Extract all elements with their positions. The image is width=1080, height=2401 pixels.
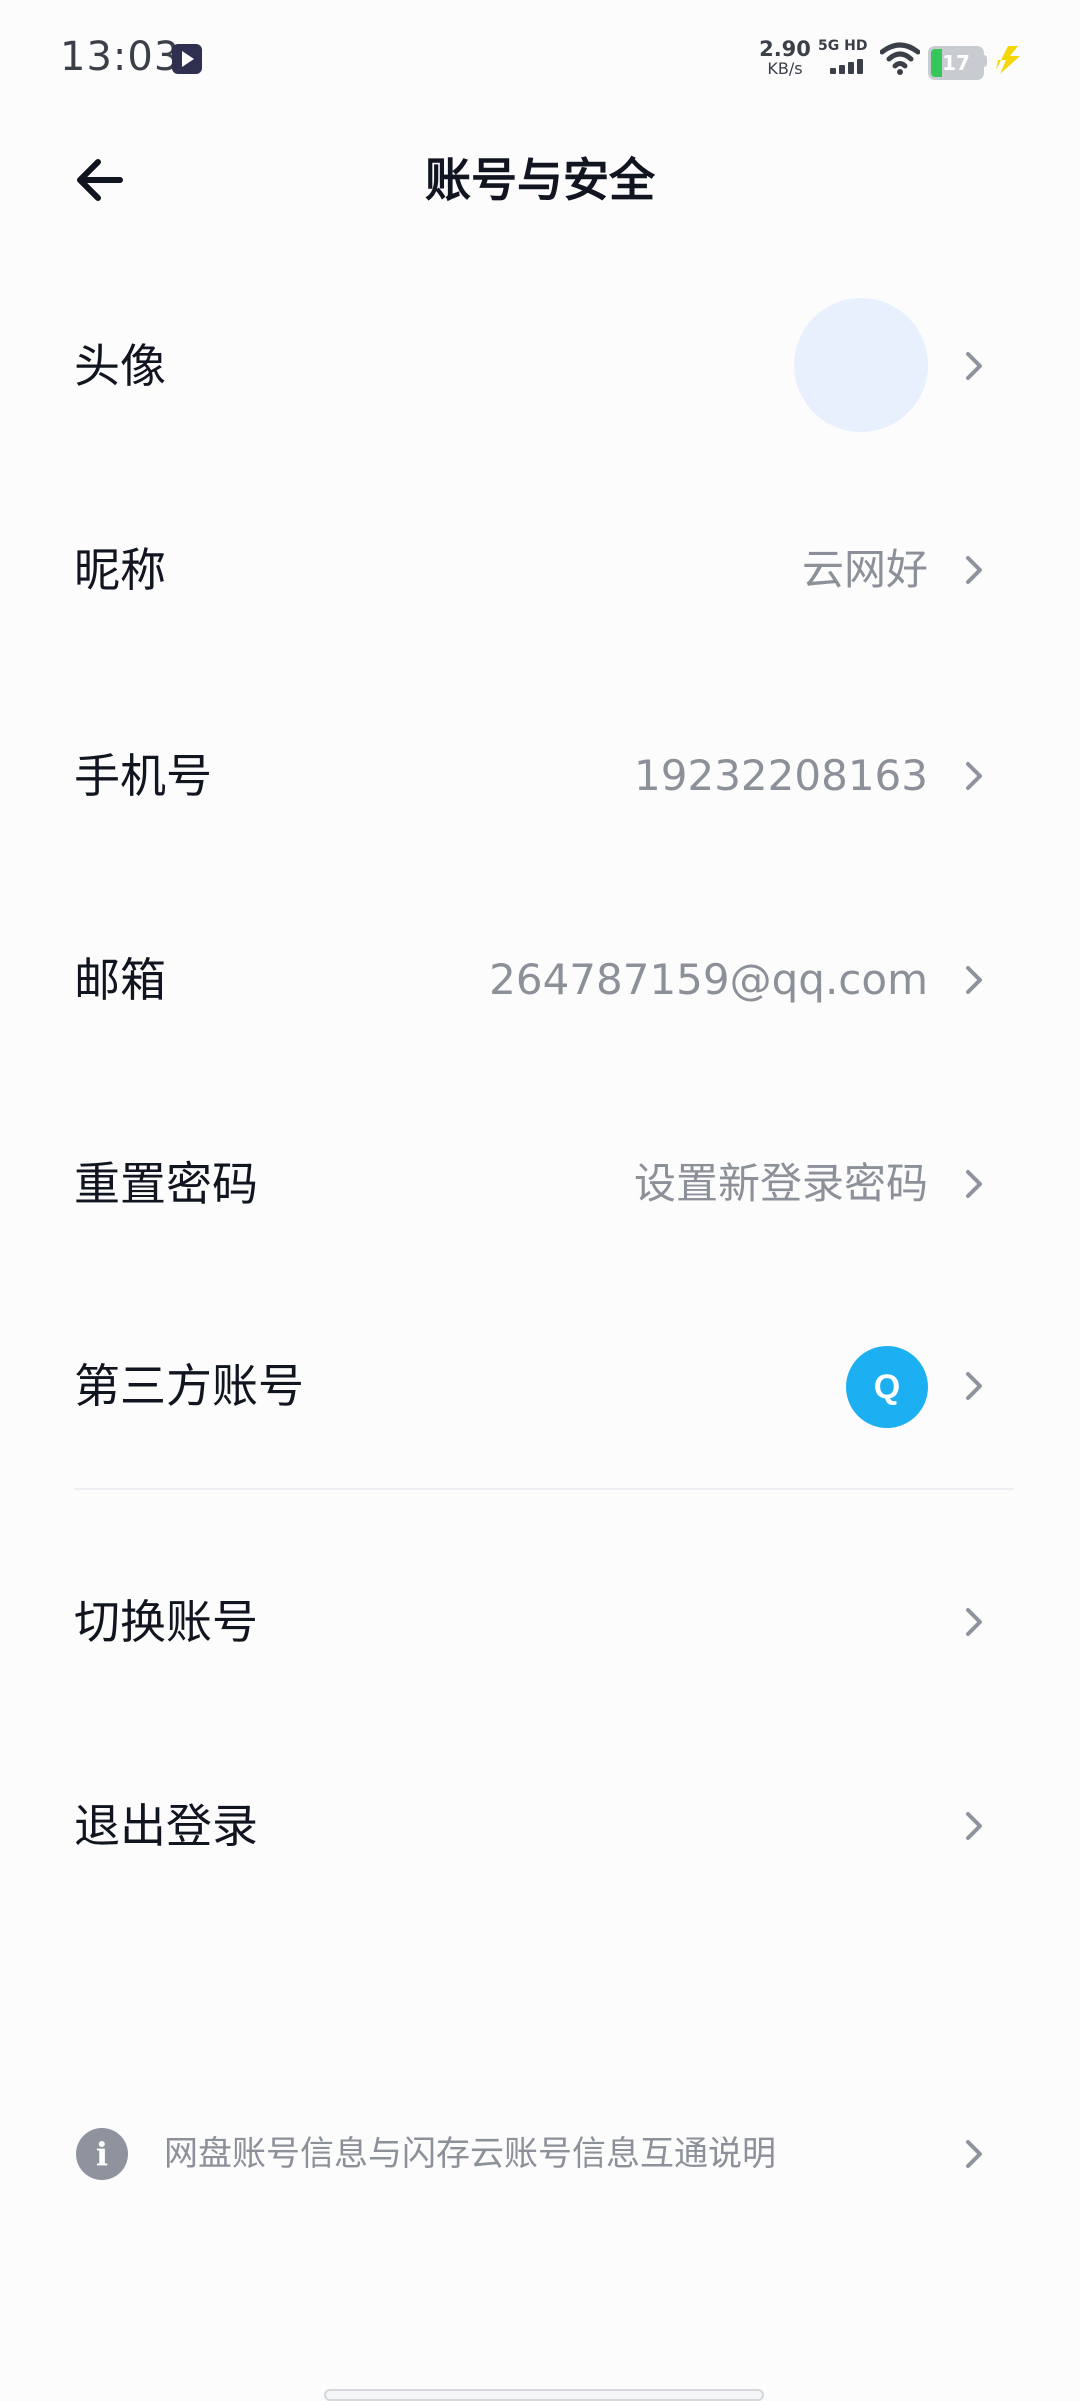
avatar — [794, 298, 928, 432]
row-label: 第三方账号 — [74, 1359, 304, 1413]
nickname-value: 云网好 — [801, 545, 928, 594]
chevron-right-icon — [966, 966, 982, 994]
chevron-right-icon — [966, 2140, 982, 2168]
row-label: 退出登录 — [74, 1799, 258, 1853]
row-label: 切换账号 — [74, 1595, 258, 1649]
charging-icon — [996, 46, 1020, 74]
row-label: 手机号 — [74, 749, 212, 803]
home-indicator[interactable] — [324, 2389, 764, 2401]
network-type: 5G HD — [818, 38, 868, 54]
reset-password-value: 设置新登录密码 — [633, 1159, 928, 1208]
qq-icon: Q — [846, 1346, 928, 1428]
nickname-row[interactable]: 昵称 云网好 — [0, 468, 1080, 672]
status-time: 13:03 — [60, 34, 181, 80]
network-speed-unit: KB/s — [767, 59, 803, 78]
avatar-row[interactable]: 头像 — [0, 264, 1080, 468]
account-info-link[interactable]: i 网盘账号信息与闪存云账号信息互通说明 — [0, 2110, 1080, 2198]
email-row[interactable]: 邮箱 264787159@qq.com — [0, 878, 1080, 1082]
chevron-right-icon — [966, 762, 982, 790]
phone-value: 19232208163 — [634, 751, 928, 800]
divider — [74, 1488, 1014, 1490]
page-title: 账号与安全 — [425, 153, 655, 207]
third-party-account-row[interactable]: 第三方账号 Q — [0, 1284, 1080, 1488]
chevron-right-icon — [966, 1812, 982, 1840]
app-notification-icon — [172, 44, 202, 74]
status-bar: 13:03 2.90 KB/s 5G HD 17 — [0, 0, 1080, 120]
chevron-right-icon — [966, 1608, 982, 1636]
network-speed: 2.90 KB/s — [755, 38, 815, 78]
battery-icon: 17 — [928, 46, 984, 80]
logout-row[interactable]: 退出登录 — [0, 1724, 1080, 1928]
network-speed-value: 2.90 — [759, 37, 811, 61]
info-icon: i — [76, 2128, 128, 2180]
email-value: 264787159@qq.com — [489, 955, 928, 1004]
chevron-right-icon — [966, 352, 982, 380]
wifi-icon — [880, 42, 920, 75]
row-label: 昵称 — [74, 543, 166, 597]
signal-icon: 5G HD — [818, 38, 870, 74]
row-label: 重置密码 — [74, 1157, 258, 1211]
row-label: 邮箱 — [74, 953, 166, 1007]
chevron-right-icon — [966, 556, 982, 584]
header: 账号与安全 — [0, 120, 1080, 240]
chevron-right-icon — [966, 1372, 982, 1400]
phone-row[interactable]: 手机号 19232208163 — [0, 674, 1080, 878]
info-text: 网盘账号信息与闪存云账号信息互通说明 — [164, 2134, 776, 2174]
switch-account-row[interactable]: 切换账号 — [0, 1520, 1080, 1724]
chevron-right-icon — [966, 1170, 982, 1198]
reset-password-row[interactable]: 重置密码 设置新登录密码 — [0, 1082, 1080, 1286]
battery-level: 17 — [942, 51, 970, 75]
row-label: 头像 — [74, 339, 166, 393]
